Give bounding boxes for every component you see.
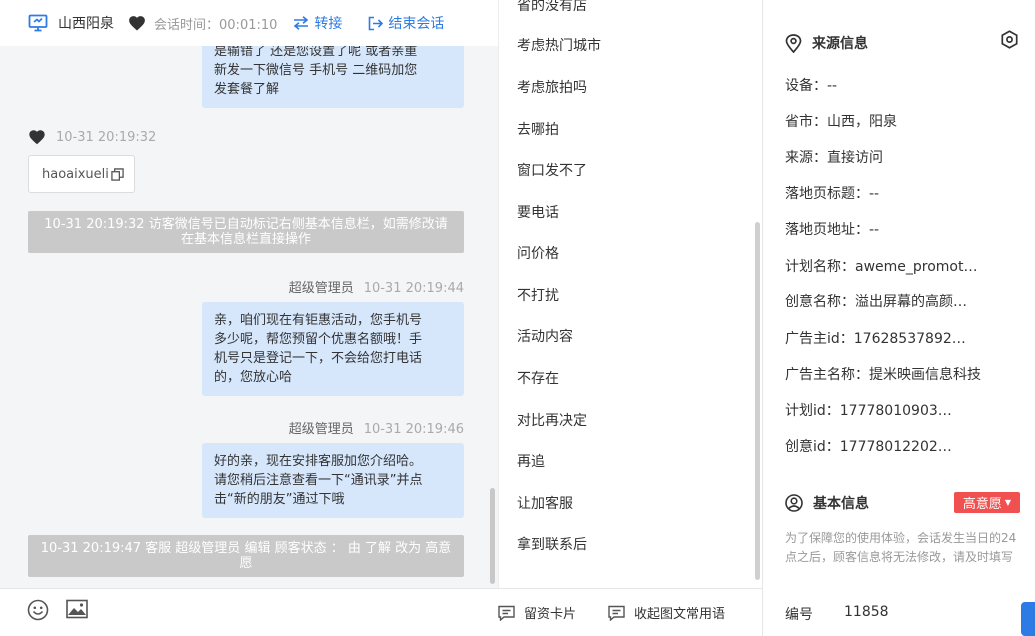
quick-reply-item[interactable]: 不存在 bbox=[517, 368, 559, 388]
location-pin-icon bbox=[785, 33, 802, 53]
collapse-phrases-label: 收起图文常用语 bbox=[634, 607, 726, 622]
collapse-phrases-button[interactable]: 收起图文常用语 bbox=[608, 603, 725, 622]
message-timestamp: 10-31 20:19:32 bbox=[56, 129, 157, 145]
quick-reply-item[interactable]: 活动内容 bbox=[517, 326, 573, 346]
system-notice: 10-31 20:19:32 访客微信号已自动标记右侧基本信息栏，如需修改请在基… bbox=[28, 211, 464, 253]
quick-reply-item[interactable]: 省的没有店 bbox=[517, 0, 587, 15]
visitor-location: 山西阳泉 bbox=[58, 16, 114, 32]
intent-level-label: 高意愿 bbox=[962, 497, 1002, 512]
quick-reply-item[interactable]: 拿到联系后 bbox=[517, 534, 587, 554]
message-timestamp: 10-31 20:19:46 bbox=[363, 422, 464, 437]
info-device: 设备：-- bbox=[785, 78, 838, 94]
quick-reply-item[interactable]: 问价格 bbox=[517, 243, 559, 263]
monitor-icon bbox=[28, 14, 48, 32]
transfer-button[interactable]: 转接 bbox=[293, 13, 342, 33]
quick-reply-item[interactable]: 让加客服 bbox=[517, 493, 573, 513]
chat-workspace: 是输错了 还是您设置了呢 或者亲重 新发一下微信号 手机号 二维码加您 发套餐了… bbox=[0, 0, 1035, 636]
message-card-icon bbox=[498, 605, 515, 621]
emoji-icon[interactable] bbox=[27, 599, 49, 621]
copy-icon[interactable] bbox=[111, 167, 124, 181]
visitor-message-meta: 10-31 20:19:32 bbox=[28, 129, 156, 145]
quick-reply-list[interactable]: 省的没有店 考虑热门城市 考虑旅拍吗 去哪拍 窗口发不了 要电话 问价格 不打扰… bbox=[498, 0, 762, 588]
system-notice: 10-31 20:19:47 客服 超级管理员 编辑 顾客状态 ： 由 了解 改… bbox=[28, 535, 464, 577]
message-line: 新发一下微信号 手机号 二维码加您 bbox=[214, 63, 418, 78]
wechat-id-card[interactable]: haoaixueli bbox=[28, 155, 135, 193]
settings-hexagon-icon[interactable] bbox=[1000, 30, 1019, 49]
visitor-info-panel: 来源信息 设备：-- 省市：山西，阳泉 来源：直接访问 落地页标题：-- 落地页… bbox=[762, 0, 1035, 636]
section-title-text: 基本信息 bbox=[813, 496, 869, 512]
info-source: 来源：直接访问 bbox=[785, 150, 883, 166]
caret-down-icon: ▼ bbox=[1004, 498, 1012, 507]
wechat-id-text: haoaixueli bbox=[42, 166, 109, 182]
edit-deadline-notice: 为了保障您的使用体验，会话发生当日的24点之后，顾客信息将无法修改，请及时填写 bbox=[785, 531, 1017, 564]
quick-reply-item[interactable]: 要电话 bbox=[517, 202, 559, 222]
message-line: 的，您放心哈 bbox=[214, 370, 293, 385]
chat-toolbar bbox=[0, 588, 498, 636]
message-line: 请您稍后注意查看一下“通讯录”并点 bbox=[214, 473, 423, 488]
end-session-label: 结束会话 bbox=[388, 16, 445, 32]
quick-reply-item[interactable]: 再追 bbox=[517, 451, 545, 471]
chat-header: 山西阳泉 会话时间：00:01:10 转接 结束会话 bbox=[0, 0, 498, 46]
info-province-city: 省市：山西，阳泉 bbox=[785, 114, 897, 130]
message-line: 亲，咱们现在有钜惠活动，您手机号 bbox=[214, 313, 423, 328]
chat-scrollbar[interactable] bbox=[490, 488, 495, 584]
quick-reply-item[interactable]: 考虑旅拍吗 bbox=[517, 77, 587, 97]
message-list[interactable]: 是输错了 还是您设置了呢 或者亲重 新发一下微信号 手机号 二维码加您 发套餐了… bbox=[0, 0, 490, 588]
info-creative-name: 创意名称：溢出屏幕的高颜值宝藏 bbox=[785, 294, 967, 310]
info-advertiser-id: 广告主id：1762853789230000 bbox=[785, 331, 971, 347]
sender-name: 超级管理员 bbox=[288, 422, 354, 437]
info-plan-name: 计划名称：aweme_promotion_plan bbox=[785, 259, 981, 275]
end-session-button[interactable]: 结束会话 bbox=[368, 13, 444, 33]
message-line: 击“新的朋友”通过下哦 bbox=[214, 492, 345, 507]
basic-info-title: 基本信息 bbox=[785, 493, 869, 513]
message-bubble: 亲，咱们现在有钜惠活动，您手机号 多少呢，帮您预留个优惠名额哦！手 机号只是登记… bbox=[202, 302, 464, 396]
heart-icon bbox=[129, 16, 145, 31]
lead-card-button[interactable]: 留资卡片 bbox=[498, 603, 576, 622]
message-card-icon bbox=[608, 605, 625, 621]
quick-reply-item[interactable]: 去哪拍 bbox=[517, 119, 559, 139]
quick-reply-toolbar: 留资卡片 收起图文常用语 bbox=[498, 588, 762, 636]
message-sender: 超级管理员 10-31 20:19:44 bbox=[289, 277, 464, 296]
message-bubble: 好的亲，现在安排客服加您介绍哈。 请您稍后注意查看一下“通讯录”并点 击“新的朋… bbox=[202, 443, 464, 518]
exit-icon bbox=[369, 16, 384, 30]
message-line: 多少呢，帮您预留个优惠名额哦！手 bbox=[214, 332, 423, 347]
info-plan-id: 计划id：1777801090330000 bbox=[785, 403, 957, 419]
sender-name: 超级管理员 bbox=[288, 281, 354, 296]
session-time-value: 00:01:10 bbox=[219, 17, 278, 33]
info-advertiser-name: 广告主名称：提米映画信息科技 bbox=[785, 367, 981, 383]
intent-level-dropdown[interactable]: 高意愿 ▼ bbox=[954, 492, 1020, 513]
heart-icon bbox=[29, 130, 45, 145]
chat-panel: 是输错了 还是您设置了呢 或者亲重 新发一下微信号 手机号 二维码加您 发套餐了… bbox=[0, 0, 498, 636]
info-landing-url: 落地页地址：-- bbox=[785, 222, 880, 238]
quick-reply-item[interactable]: 考虑热门城市 bbox=[517, 35, 601, 55]
message-sender: 超级管理员 10-31 20:19:46 bbox=[289, 418, 464, 437]
message-line: 发套餐了解 bbox=[214, 82, 280, 97]
message-line: 机号只是登记一下，不会给您打电话 bbox=[214, 351, 423, 366]
image-icon[interactable] bbox=[66, 599, 88, 619]
quick-reply-item[interactable]: 对比再决定 bbox=[517, 410, 587, 430]
quick-reply-scrollbar[interactable] bbox=[755, 222, 760, 580]
message-line: 好的亲，现在安排客服加您介绍哈。 bbox=[214, 454, 423, 469]
source-info-title: 来源信息 bbox=[785, 33, 868, 53]
section-title-text: 来源信息 bbox=[812, 36, 868, 52]
visitor-number-label: 编号 bbox=[785, 607, 813, 623]
info-landing-title: 落地页标题：-- bbox=[785, 186, 880, 202]
floating-action-button[interactable] bbox=[1021, 602, 1035, 636]
session-timer: 会话时间：00:01:10 bbox=[154, 14, 277, 33]
message-timestamp: 10-31 20:19:44 bbox=[363, 281, 464, 296]
visitor-number-value: 11858 bbox=[844, 604, 889, 620]
session-time-label: 会话时间： bbox=[154, 17, 220, 33]
user-circle-icon bbox=[785, 494, 803, 512]
transfer-label: 转接 bbox=[314, 16, 343, 32]
swap-arrows-icon bbox=[294, 16, 309, 30]
lead-card-label: 留资卡片 bbox=[524, 607, 577, 622]
info-creative-id: 创意id：1777801220290000 bbox=[785, 439, 957, 455]
quick-reply-item[interactable]: 窗口发不了 bbox=[517, 160, 587, 180]
quick-reply-item[interactable]: 不打扰 bbox=[517, 285, 559, 305]
